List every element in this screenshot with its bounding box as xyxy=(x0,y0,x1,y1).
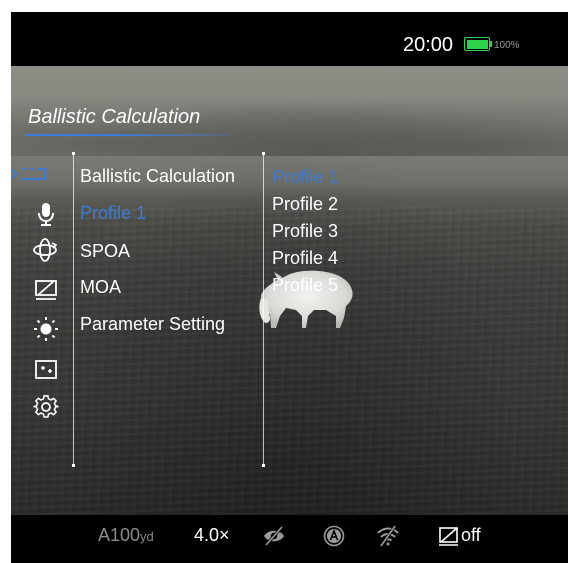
menu-item-parameter-setting[interactable]: Parameter Setting xyxy=(80,314,225,335)
battery-percent: 100% xyxy=(494,40,520,51)
range-unit: yd xyxy=(140,529,154,544)
divider-cap xyxy=(72,464,75,467)
eye-off-icon xyxy=(262,525,286,547)
menu-item-spoa[interactable]: SPOA xyxy=(80,241,130,262)
range-value: A100 xyxy=(98,525,141,545)
divider-cap xyxy=(262,464,265,467)
menu-item-profile[interactable]: Profile 1 xyxy=(80,203,146,224)
menu-left-divider xyxy=(73,154,74,466)
status-bar: 20:00 100% xyxy=(11,12,568,66)
zoom-level: 4.0× xyxy=(194,525,230,545)
bottom-status-bar: A100yd 4.0× off xyxy=(11,515,568,563)
thermal-view: Ballistic Calculation Ballistic Calculat… xyxy=(11,66,568,515)
battery-tip xyxy=(490,41,492,47)
page-title: Ballistic Calculation xyxy=(28,106,201,128)
wifi-off-icon xyxy=(376,525,400,547)
profile-option-5[interactable]: Profile 5 xyxy=(272,275,338,296)
battery-icon xyxy=(464,37,490,51)
battery-fill xyxy=(466,39,488,49)
profile-option-2[interactable]: Profile 2 xyxy=(272,194,338,215)
clock: 20:00 xyxy=(403,34,454,56)
display-off-icon xyxy=(437,525,461,547)
divider-cap xyxy=(262,152,265,155)
display-off-icon[interactable] xyxy=(33,277,59,303)
title-underline xyxy=(25,134,230,136)
ballistic-icon[interactable] xyxy=(11,161,47,187)
rotate-3d-icon[interactable] xyxy=(32,237,58,263)
profile-option-3[interactable]: Profile 3 xyxy=(272,221,338,242)
range-readout: A100yd xyxy=(98,525,154,546)
auto-mode-icon xyxy=(322,525,346,547)
menu-right-divider xyxy=(263,154,264,466)
microphone-icon[interactable] xyxy=(33,201,59,227)
display-off-state: off xyxy=(461,525,481,545)
profile-option-4[interactable]: Profile 4 xyxy=(272,248,338,269)
profile-option-1[interactable]: Profile 1 xyxy=(272,167,338,188)
menu-item-moa[interactable]: MOA xyxy=(80,277,121,298)
menu-item-ballistic-calculation[interactable]: Ballistic Calculation xyxy=(80,166,235,187)
settings-gear-icon[interactable] xyxy=(33,394,59,420)
device-screen: 20:00 100% Ballistic Calculation Ballist… xyxy=(11,12,568,563)
picture-in-picture-icon[interactable] xyxy=(33,356,59,382)
brightness-icon[interactable] xyxy=(33,316,59,342)
divider-cap xyxy=(72,152,75,155)
